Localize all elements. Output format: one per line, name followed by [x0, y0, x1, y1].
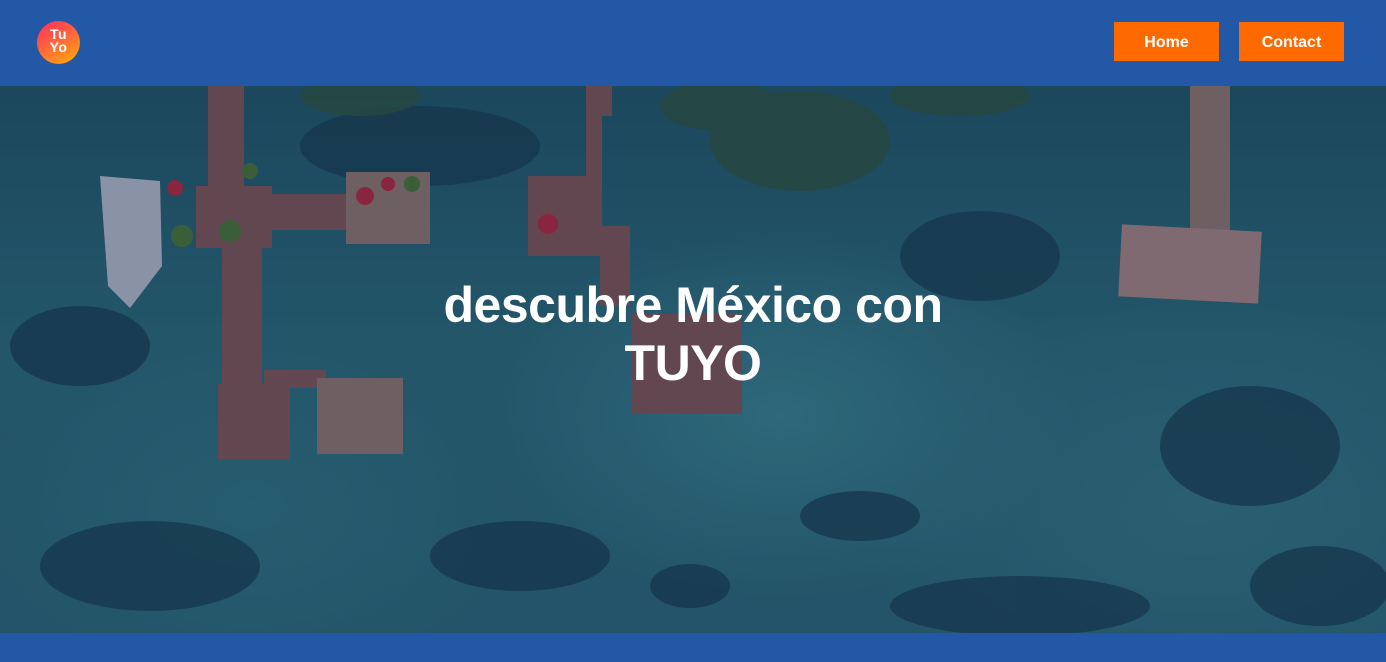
site-header: Tu Yo Home Contact — [0, 0, 1386, 86]
tuyo-logo[interactable]: Tu Yo — [37, 21, 80, 64]
hero-title: descubre México con TUYO — [443, 277, 944, 391]
footer-strip — [0, 633, 1386, 662]
hero-banner: descubre México con TUYO — [0, 86, 1386, 633]
logo-line-2: Yo — [49, 39, 68, 55]
contact-button[interactable]: Contact — [1239, 22, 1344, 61]
home-button[interactable]: Home — [1114, 22, 1219, 61]
